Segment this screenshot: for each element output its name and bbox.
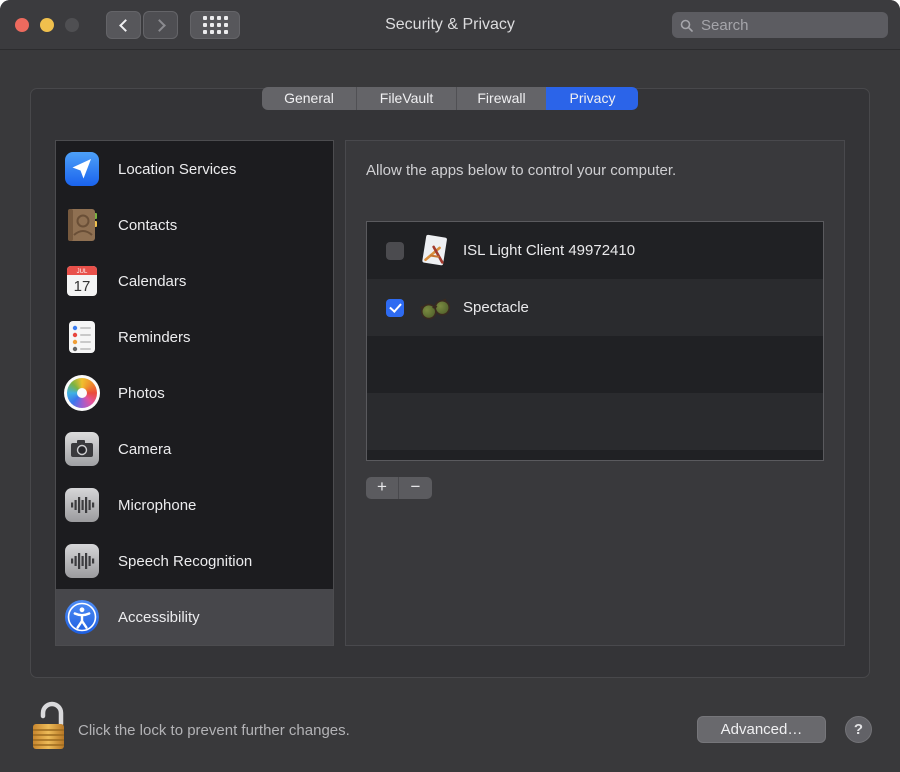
tab-filevault[interactable]: FileVault — [356, 87, 456, 110]
search-input[interactable] — [699, 16, 900, 35]
speech-recognition-icon — [64, 543, 100, 579]
forward-button[interactable] — [143, 11, 178, 39]
help-button[interactable]: ? — [845, 716, 872, 743]
spectacle-icon — [417, 291, 451, 325]
app-row-spectacle[interactable]: Spectacle — [367, 279, 823, 336]
list-zebra-stripe — [367, 393, 823, 450]
sidebar-item-microphone[interactable]: Microphone — [56, 477, 333, 533]
search-icon — [680, 19, 693, 32]
privacy-category-list: Location Services Contacts JUL — [55, 140, 334, 646]
back-button[interactable] — [106, 11, 141, 39]
isl-light-client-icon — [417, 234, 451, 268]
app-checkbox[interactable] — [386, 242, 404, 260]
tab-privacy[interactable]: Privacy — [546, 87, 638, 110]
photos-icon — [64, 375, 100, 411]
sidebar-item-camera[interactable]: Camera — [56, 421, 333, 477]
app-name: Spectacle — [463, 299, 529, 316]
lock-unlocked-icon[interactable] — [26, 700, 68, 752]
allowed-apps-list: ISL Light Client 49972410 Spectacle — [366, 221, 824, 461]
minimize-button[interactable] — [40, 18, 54, 32]
search-field[interactable] — [672, 12, 888, 38]
sidebar-item-label: Photos — [118, 385, 165, 402]
contacts-icon — [64, 207, 100, 243]
microphone-icon — [64, 487, 100, 523]
accessibility-detail-panel: Allow the apps below to control your com… — [345, 140, 845, 646]
chevron-left-icon — [119, 19, 132, 32]
sidebar-item-label: Speech Recognition — [118, 553, 252, 570]
sidebar-item-speech-recognition[interactable]: Speech Recognition — [56, 533, 333, 589]
sidebar-item-location-services[interactable]: Location Services — [56, 141, 333, 197]
calendar-icon: JUL 17 — [64, 263, 100, 299]
accessibility-icon — [64, 599, 100, 635]
sidebar-item-photos[interactable]: Photos — [56, 365, 333, 421]
panel-header: Allow the apps below to control your com… — [366, 162, 676, 179]
app-row-isl-light-client[interactable]: ISL Light Client 49972410 — [367, 222, 823, 279]
tab-general[interactable]: General — [262, 87, 356, 110]
show-all-grid-icon — [203, 16, 228, 34]
list-zebra-stripe — [367, 336, 823, 393]
list-zebra-stripe — [367, 450, 823, 461]
privacy-pane: Location Services Contacts JUL — [30, 88, 870, 678]
sidebar-item-label: Reminders — [118, 329, 191, 346]
list-edit-buttons: + − — [366, 477, 432, 499]
reminders-icon — [64, 319, 100, 355]
advanced-button[interactable]: Advanced… — [697, 716, 826, 743]
sidebar-item-label: Microphone — [118, 497, 196, 514]
sidebar-item-label: Camera — [118, 441, 171, 458]
location-icon — [64, 151, 100, 187]
tab-firewall[interactable]: Firewall — [456, 87, 546, 110]
titlebar: Security & Privacy — [0, 0, 900, 50]
security-privacy-window: Security & Privacy Location Services — [0, 0, 900, 772]
zoom-button-disabled — [65, 18, 79, 32]
sidebar-item-label: Location Services — [118, 161, 236, 178]
add-app-button[interactable]: + — [366, 477, 399, 499]
sidebar-item-label: Calendars — [118, 273, 186, 290]
traffic-lights — [15, 18, 79, 32]
svg-text:JUL: JUL — [77, 269, 88, 275]
sidebar-item-label: Accessibility — [118, 609, 200, 626]
sidebar-item-calendars[interactable]: JUL 17 Calendars — [56, 253, 333, 309]
show-all-button[interactable] — [190, 11, 240, 39]
sidebar-item-accessibility[interactable]: Accessibility — [56, 589, 333, 645]
sidebar-item-contacts[interactable]: Contacts — [56, 197, 333, 253]
lock-hint-text: Click the lock to prevent further change… — [78, 722, 350, 739]
sidebar-item-label: Contacts — [118, 217, 177, 234]
remove-app-button[interactable]: − — [399, 477, 432, 499]
close-button[interactable] — [15, 18, 29, 32]
tab-bar: General FileVault Firewall Privacy — [262, 87, 638, 110]
sidebar-item-reminders[interactable]: Reminders — [56, 309, 333, 365]
chevron-right-icon — [153, 19, 166, 32]
app-name: ISL Light Client 49972410 — [463, 242, 635, 259]
svg-text:17: 17 — [74, 278, 91, 295]
camera-icon — [64, 431, 100, 467]
app-checkbox[interactable] — [386, 299, 404, 317]
